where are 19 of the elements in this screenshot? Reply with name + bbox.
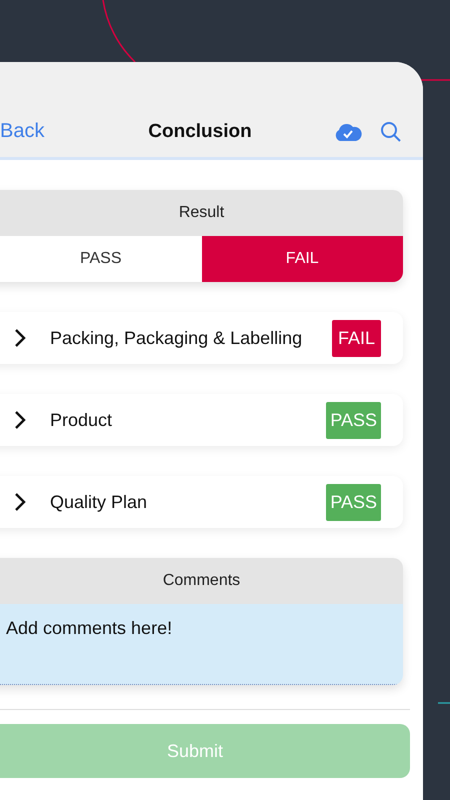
screen-title: Conclusion xyxy=(147,121,253,143)
card-header: Comments xyxy=(0,558,403,604)
result-option[interactable]: FAIL xyxy=(202,236,403,282)
section-label: Packing, Packaging & Labelling xyxy=(50,326,304,350)
status-badge: PASS xyxy=(326,402,381,438)
chevron-icon xyxy=(14,410,26,430)
status-badge: PASS xyxy=(326,484,381,520)
search-icon[interactable] xyxy=(380,121,402,143)
section-row[interactable]: Product PASS xyxy=(0,394,403,446)
chevron-icon xyxy=(14,328,26,348)
section-label: Product xyxy=(50,408,114,432)
card-header: Result xyxy=(0,190,403,236)
status-badge: FAIL xyxy=(332,320,381,356)
section-row[interactable]: Packing, Packaging & Labelling FAIL xyxy=(0,312,403,364)
section-row[interactable]: Quality Plan PASS xyxy=(0,476,403,528)
cloud-check-icon[interactable] xyxy=(333,122,363,142)
chevron-icon xyxy=(14,492,26,512)
section-label: Quality Plan xyxy=(50,490,148,514)
comment-field[interactable]: Add comments here! xyxy=(0,604,403,685)
